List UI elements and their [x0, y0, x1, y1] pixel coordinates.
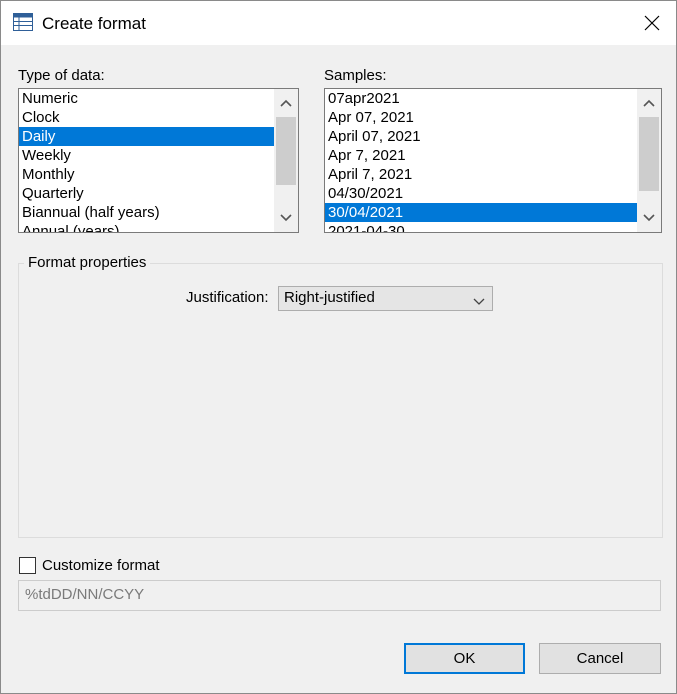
samples-label: Samples:: [324, 67, 387, 84]
chevron-down-icon: [280, 214, 292, 222]
type-of-data-item[interactable]: Numeric: [19, 89, 280, 108]
justification-value: Right-justified: [284, 289, 375, 306]
chevron-down-icon: [643, 214, 655, 222]
chevron-up-icon: [643, 99, 655, 107]
type-of-data-item[interactable]: Annual (years): [19, 222, 280, 232]
chevron-down-icon: [473, 293, 485, 310]
title-bar: Create format: [1, 1, 676, 45]
samples-listbox[interactable]: 07apr2021 Apr 07, 2021 April 07, 2021 Apr 7…: [324, 88, 662, 233]
justification-select[interactable]: Right-justified: [278, 286, 493, 311]
customize-format-label: Customize format: [42, 557, 160, 574]
type-of-data-items: Numeric Clock Daily Weekly Monthly Quarterly B…: [19, 89, 280, 232]
format-properties-title: Format properties: [24, 254, 151, 271]
justification-label: Justification:: [186, 289, 269, 306]
scroll-up-button[interactable]: [637, 91, 661, 115]
close-button[interactable]: [636, 7, 668, 39]
sample-item[interactable]: April 07, 2021: [325, 127, 643, 146]
sample-item[interactable]: 30/04/2021: [325, 203, 643, 222]
scroll-thumb[interactable]: [276, 117, 296, 185]
type-of-data-item[interactable]: Clock: [19, 108, 280, 127]
sample-item[interactable]: 2021-04-30: [325, 222, 643, 232]
sample-item[interactable]: Apr 7, 2021: [325, 146, 643, 165]
type-of-data-listbox[interactable]: Numeric Clock Daily Weekly Monthly Quarterly B…: [18, 88, 299, 233]
type-of-data-item[interactable]: Biannual (half years): [19, 203, 280, 222]
type-of-data-scrollbar[interactable]: [274, 89, 298, 232]
scroll-down-button[interactable]: [637, 206, 661, 230]
create-format-dialog: Create format Type of data: Numeric Clock…: [0, 0, 677, 694]
scroll-down-button[interactable]: [274, 206, 298, 230]
samples-items: 07apr2021 Apr 07, 2021 April 07, 2021 Apr 7…: [325, 89, 643, 232]
type-of-data-item[interactable]: Quarterly: [19, 184, 280, 203]
chevron-up-icon: [280, 99, 292, 107]
type-of-data-item[interactable]: Monthly: [19, 165, 280, 184]
format-string-field[interactable]: %tdDD/NN/CCYY: [18, 580, 661, 611]
sample-item[interactable]: 07apr2021: [325, 89, 643, 108]
scroll-thumb[interactable]: [639, 117, 659, 191]
type-of-data-label: Type of data:: [18, 67, 105, 84]
type-of-data-item[interactable]: Daily: [19, 127, 280, 146]
sample-item[interactable]: April 7, 2021: [325, 165, 643, 184]
ok-label: OK: [453, 650, 476, 667]
format-string-value: %tdDD/NN/CCYY: [25, 586, 145, 603]
sample-item[interactable]: Apr 07, 2021: [325, 108, 643, 127]
close-icon: [644, 15, 660, 31]
table-icon: [13, 13, 33, 31]
sample-item[interactable]: 04/30/2021: [325, 184, 643, 203]
samples-scrollbar[interactable]: [637, 89, 661, 232]
type-of-data-item[interactable]: Weekly: [19, 146, 280, 165]
dialog-title: Create format: [42, 14, 146, 33]
scroll-up-button[interactable]: [274, 91, 298, 115]
cancel-button[interactable]: Cancel: [539, 643, 661, 674]
cancel-label: Cancel: [576, 650, 624, 667]
ok-button[interactable]: OK: [404, 643, 525, 674]
customize-format-checkbox[interactable]: [19, 557, 36, 574]
